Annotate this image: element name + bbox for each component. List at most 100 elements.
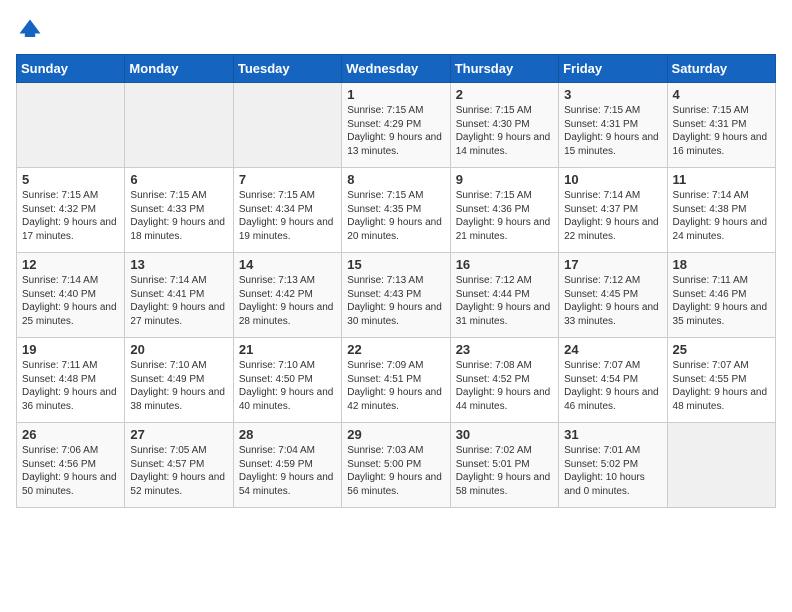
day-number: 2 [456,87,553,102]
day-of-week-header: Wednesday [342,55,450,83]
cell-info: Sunrise: 7:05 AMSunset: 4:57 PMDaylight:… [130,444,227,498]
logo-icon [16,16,44,44]
calendar-cell: 30 Sunrise: 7:02 AMSunset: 5:01 PMDayligh… [450,423,558,508]
day-number: 4 [673,87,770,102]
day-of-week-header: Thursday [450,55,558,83]
calendar-cell: 3 Sunrise: 7:15 AMSunset: 4:31 PMDaylight… [559,83,667,168]
cell-info: Sunrise: 7:07 AMSunset: 4:54 PMDaylight:… [564,359,661,413]
day-number: 17 [564,257,661,272]
cell-info: Sunrise: 7:07 AMSunset: 4:55 PMDaylight:… [673,359,770,413]
cell-info: Sunrise: 7:11 AMSunset: 4:48 PMDaylight:… [22,359,119,413]
cell-info: Sunrise: 7:14 AMSunset: 4:37 PMDaylight:… [564,189,661,243]
day-number: 25 [673,342,770,357]
calendar-cell: 31 Sunrise: 7:01 AMSunset: 5:02 PMDayligh… [559,423,667,508]
cell-info: Sunrise: 7:15 AMSunset: 4:30 PMDaylight:… [456,104,553,158]
calendar-cell [125,83,233,168]
day-of-week-header: Sunday [17,55,125,83]
day-number: 30 [456,427,553,442]
day-number: 15 [347,257,444,272]
day-number: 7 [239,172,336,187]
calendar-table: SundayMondayTuesdayWednesdayThursdayFrid… [16,54,776,508]
calendar-cell: 13 Sunrise: 7:14 AMSunset: 4:41 PMDayligh… [125,253,233,338]
calendar-week-row: 1 Sunrise: 7:15 AMSunset: 4:29 PMDaylight… [17,83,776,168]
calendar-cell [233,83,341,168]
day-number: 11 [673,172,770,187]
cell-info: Sunrise: 7:10 AMSunset: 4:49 PMDaylight:… [130,359,227,413]
cell-info: Sunrise: 7:15 AMSunset: 4:35 PMDaylight:… [347,189,444,243]
cell-info: Sunrise: 7:15 AMSunset: 4:36 PMDaylight:… [456,189,553,243]
calendar-cell [667,423,775,508]
day-of-week-header: Tuesday [233,55,341,83]
cell-info: Sunrise: 7:02 AMSunset: 5:01 PMDaylight:… [456,444,553,498]
page-header [16,16,776,44]
calendar-cell: 23 Sunrise: 7:08 AMSunset: 4:52 PMDayligh… [450,338,558,423]
calendar-cell: 1 Sunrise: 7:15 AMSunset: 4:29 PMDaylight… [342,83,450,168]
cell-info: Sunrise: 7:15 AMSunset: 4:34 PMDaylight:… [239,189,336,243]
day-number: 1 [347,87,444,102]
day-number: 14 [239,257,336,272]
calendar-week-row: 26 Sunrise: 7:06 AMSunset: 4:56 PMDayligh… [17,423,776,508]
day-number: 8 [347,172,444,187]
cell-info: Sunrise: 7:06 AMSunset: 4:56 PMDaylight:… [22,444,119,498]
calendar-cell: 4 Sunrise: 7:15 AMSunset: 4:31 PMDaylight… [667,83,775,168]
day-number: 10 [564,172,661,187]
cell-info: Sunrise: 7:14 AMSunset: 4:38 PMDaylight:… [673,189,770,243]
cell-info: Sunrise: 7:08 AMSunset: 4:52 PMDaylight:… [456,359,553,413]
cell-info: Sunrise: 7:14 AMSunset: 4:41 PMDaylight:… [130,274,227,328]
day-number: 20 [130,342,227,357]
day-number: 23 [456,342,553,357]
cell-info: Sunrise: 7:10 AMSunset: 4:50 PMDaylight:… [239,359,336,413]
cell-info: Sunrise: 7:03 AMSunset: 5:00 PMDaylight:… [347,444,444,498]
day-number: 9 [456,172,553,187]
calendar-cell: 19 Sunrise: 7:11 AMSunset: 4:48 PMDayligh… [17,338,125,423]
calendar-cell: 17 Sunrise: 7:12 AMSunset: 4:45 PMDayligh… [559,253,667,338]
cell-info: Sunrise: 7:01 AMSunset: 5:02 PMDaylight:… [564,444,661,498]
day-number: 26 [22,427,119,442]
day-number: 5 [22,172,119,187]
cell-info: Sunrise: 7:11 AMSunset: 4:46 PMDaylight:… [673,274,770,328]
day-of-week-header: Monday [125,55,233,83]
calendar-cell: 29 Sunrise: 7:03 AMSunset: 5:00 PMDayligh… [342,423,450,508]
cell-info: Sunrise: 7:15 AMSunset: 4:32 PMDaylight:… [22,189,119,243]
cell-info: Sunrise: 7:13 AMSunset: 4:42 PMDaylight:… [239,274,336,328]
calendar-cell: 14 Sunrise: 7:13 AMSunset: 4:42 PMDayligh… [233,253,341,338]
cell-info: Sunrise: 7:12 AMSunset: 4:45 PMDaylight:… [564,274,661,328]
calendar-cell: 21 Sunrise: 7:10 AMSunset: 4:50 PMDayligh… [233,338,341,423]
cell-info: Sunrise: 7:15 AMSunset: 4:29 PMDaylight:… [347,104,444,158]
cell-info: Sunrise: 7:09 AMSunset: 4:51 PMDaylight:… [347,359,444,413]
day-number: 13 [130,257,227,272]
cell-info: Sunrise: 7:15 AMSunset: 4:31 PMDaylight:… [673,104,770,158]
day-number: 18 [673,257,770,272]
day-number: 29 [347,427,444,442]
day-number: 6 [130,172,227,187]
calendar-cell: 22 Sunrise: 7:09 AMSunset: 4:51 PMDayligh… [342,338,450,423]
calendar-cell: 12Sunrise: 7:14 AMSunset: 4:40 PMDayligh… [17,253,125,338]
calendar-cell: 24Sunrise: 7:07 AMSunset: 4:54 PMDayligh… [559,338,667,423]
day-number: 22 [347,342,444,357]
calendar-cell: 28Sunrise: 7:04 AMSunset: 4:59 PMDayligh… [233,423,341,508]
day-number: 31 [564,427,661,442]
day-number: 3 [564,87,661,102]
calendar-cell: 5 Sunrise: 7:15 AMSunset: 4:32 PMDaylight… [17,168,125,253]
calendar-cell: 11 Sunrise: 7:14 AMSunset: 4:38 PMDayligh… [667,168,775,253]
calendar-cell: 18 Sunrise: 7:11 AMSunset: 4:46 PMDayligh… [667,253,775,338]
calendar-cell: 10 Sunrise: 7:14 AMSunset: 4:37 PMDayligh… [559,168,667,253]
calendar-cell: 9 Sunrise: 7:15 AMSunset: 4:36 PMDaylight… [450,168,558,253]
calendar-week-row: 5 Sunrise: 7:15 AMSunset: 4:32 PMDaylight… [17,168,776,253]
day-of-week-header: Saturday [667,55,775,83]
cell-info: Sunrise: 7:15 AMSunset: 4:33 PMDaylight:… [130,189,227,243]
day-number: 16 [456,257,553,272]
calendar-cell: 6 Sunrise: 7:15 AMSunset: 4:33 PMDaylight… [125,168,233,253]
calendar-cell: 16 Sunrise: 7:12 AMSunset: 4:44 PMDayligh… [450,253,558,338]
cell-info: Sunrise: 7:12 AMSunset: 4:44 PMDaylight:… [456,274,553,328]
calendar-cell [17,83,125,168]
calendar-cell: 25 Sunrise: 7:07 AMSunset: 4:55 PMDayligh… [667,338,775,423]
cell-info: Sunrise: 7:04 AMSunset: 4:59 PMDaylight:… [239,444,336,498]
calendar-header-row: SundayMondayTuesdayWednesdayThursdayFrid… [17,55,776,83]
day-of-week-header: Friday [559,55,667,83]
calendar-cell: 8 Sunrise: 7:15 AMSunset: 4:35 PMDaylight… [342,168,450,253]
cell-info: Sunrise: 7:15 AMSunset: 4:31 PMDaylight:… [564,104,661,158]
calendar-cell: 20 Sunrise: 7:10 AMSunset: 4:49 PMDayligh… [125,338,233,423]
day-number: 19 [22,342,119,357]
day-number: 21 [239,342,336,357]
